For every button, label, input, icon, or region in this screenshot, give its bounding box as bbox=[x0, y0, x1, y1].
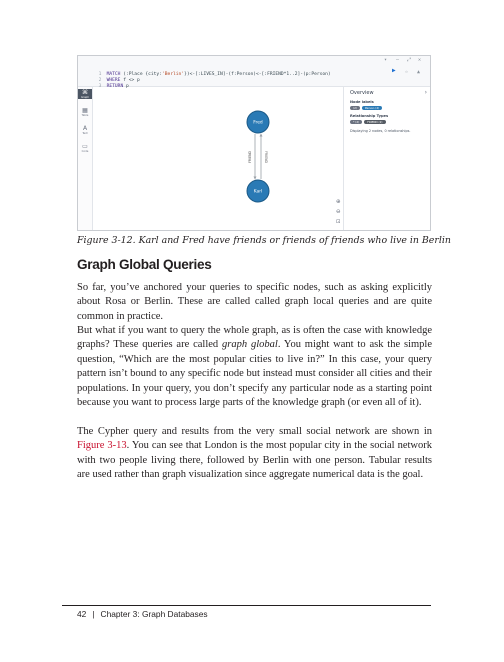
sidebar-item-table[interactable]: ▦ Table bbox=[78, 107, 92, 117]
expand-icon[interactable]: ⤢ bbox=[407, 57, 411, 63]
graph-visualization: FRIEND FRIEND Fred Karl ⊕ ⊖ ⊡ bbox=[93, 87, 343, 230]
fit-screen-icon[interactable]: ⊡ bbox=[336, 219, 341, 225]
warning-icon[interactable]: ▲ bbox=[417, 69, 420, 75]
graph-icon: ⌘ bbox=[82, 89, 88, 96]
text-icon: A bbox=[82, 125, 88, 132]
result-view-sidebar: ⌘ Graph ▦ Table A Text ▭ Code bbox=[78, 87, 93, 230]
overview-title: Overview bbox=[350, 90, 374, 96]
node-labels-heading: Node labels bbox=[350, 100, 374, 104]
minimize-icon[interactable]: – bbox=[396, 57, 399, 63]
sidebar-item-code[interactable]: ▭ Code bbox=[78, 143, 92, 153]
footer-separator: | bbox=[92, 609, 95, 619]
relationship-label-1: FRIEND bbox=[248, 151, 252, 163]
favorite-icon[interactable]: ☆ bbox=[405, 69, 408, 75]
close-icon[interactable]: ✕ bbox=[418, 57, 421, 63]
sidebar-item-text[interactable]: A Text bbox=[78, 125, 92, 135]
relationship-pill-friend[interactable]: FRIEND (2) bbox=[364, 120, 386, 124]
code-icon: ▭ bbox=[82, 143, 88, 150]
term-graph-global: graph global bbox=[222, 339, 278, 351]
relationship-label-2: FRIEND bbox=[264, 151, 268, 163]
page-footer: 42 | Chapter 3: Graph Databases bbox=[77, 609, 208, 619]
graph-canvas: FRIEND FRIEND Fred Karl bbox=[246, 110, 270, 203]
neo4j-browser-screenshot: 1 MATCH (:Place {city:'Berlin'})<-[:LIVES… bbox=[77, 55, 431, 231]
page-number: 42 bbox=[77, 609, 87, 619]
node-label-pills: (2) Person (2) bbox=[350, 106, 430, 111]
footer-rule bbox=[62, 605, 431, 606]
node-label-pill-all[interactable]: (2) bbox=[350, 106, 360, 110]
node-label-fred: Fred bbox=[253, 120, 263, 126]
relationship-type-pills: * (2) FRIEND (2) bbox=[350, 120, 430, 125]
relationship-types-heading: Relationship Types bbox=[350, 114, 389, 118]
paragraph-2: But what if you want to query the whole … bbox=[77, 325, 432, 409]
table-icon: ▦ bbox=[82, 107, 88, 114]
zoom-in-icon[interactable]: ⊕ bbox=[336, 199, 341, 205]
relationship-pill-all[interactable]: * (2) bbox=[350, 120, 363, 124]
sidebar-item-graph[interactable]: ⌘ Graph bbox=[78, 89, 92, 99]
node-label-pill-person[interactable]: Person (2) bbox=[361, 106, 383, 110]
run-query-icon[interactable]: ▶ bbox=[392, 68, 396, 74]
display-summary: Displaying 2 nodes, 0 relationships. bbox=[350, 129, 411, 133]
paragraph-3: The Cypher query and results from the ve… bbox=[77, 426, 432, 481]
node-label-karl: Karl bbox=[254, 189, 263, 195]
pin-icon[interactable]: ▾ bbox=[384, 57, 387, 63]
overview-panel: › Overview Node labels (2) Person (2) Rel… bbox=[343, 87, 430, 230]
zoom-out-icon[interactable]: ⊖ bbox=[336, 209, 341, 215]
paragraph-1: So far, you’ve anchored your queries to … bbox=[77, 282, 432, 322]
chapter-title: Chapter 3: Graph Databases bbox=[100, 609, 208, 619]
figure-caption: Figure 3-12. Karl and Fred have friends … bbox=[77, 235, 451, 246]
section-heading: Graph Global Queries bbox=[77, 257, 212, 272]
collapse-panel-icon[interactable]: › bbox=[425, 89, 427, 96]
figure-3-13-link[interactable]: Figure 3-13 bbox=[77, 440, 127, 451]
query-editor: 1 MATCH (:Place {city:'Berlin'})<-[:LIVES… bbox=[78, 56, 430, 89]
